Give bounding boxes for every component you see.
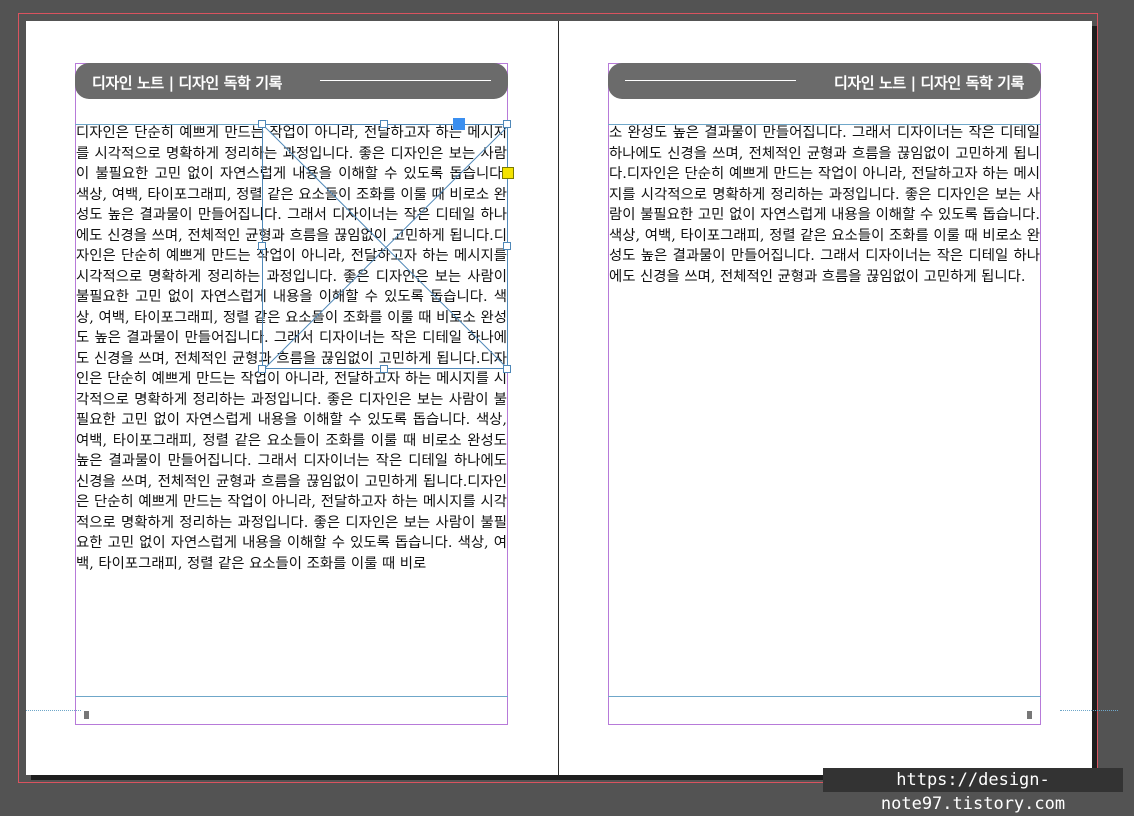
right-header-bar[interactable]: 디자인 노트 | 디자인 독학 기록 — [608, 63, 1041, 99]
left-page-number-marker — [84, 711, 89, 719]
right-text-frame[interactable]: 소 완성도 높은 결과물이 만들어집니다. 그래서 디자이너는 작은 디테일 하… — [609, 123, 1040, 695]
content-grabber-handle[interactable] — [453, 118, 465, 130]
left-header-rule — [320, 80, 491, 81]
right-header-rule — [625, 80, 796, 81]
page-spread[interactable]: 디자인 노트 | 디자인 독학 기록 디자인은 단순히 예쁘게 만드는 작업이 … — [26, 21, 1092, 775]
watermark-url: https://design-note97.tistory.com — [823, 768, 1123, 814]
left-bottom-frame-edge — [75, 696, 508, 697]
resize-handle-top-right[interactable] — [503, 120, 511, 128]
left-header-bar[interactable]: 디자인 노트 | 디자인 독학 기록 — [75, 63, 508, 99]
resize-handle-bottom-center[interactable] — [380, 365, 388, 373]
empty-frame-cross-icon — [263, 125, 509, 370]
right-page-number-guide — [1060, 710, 1118, 711]
left-page-number-guide — [26, 710, 81, 711]
resize-handle-top-left[interactable] — [258, 120, 266, 128]
resize-handle-bottom-left[interactable] — [258, 365, 266, 373]
right-page-number-marker — [1027, 711, 1032, 719]
spread-spine — [558, 21, 559, 775]
resize-handle-middle-left[interactable] — [258, 242, 266, 250]
resize-handle-top-center[interactable] — [380, 120, 388, 128]
right-header-title: 디자인 노트 | 디자인 독학 기록 — [834, 74, 1024, 92]
left-header-title: 디자인 노트 | 디자인 독학 기록 — [92, 74, 282, 92]
image-placeholder-frame[interactable] — [262, 124, 509, 370]
resize-handle-bottom-right[interactable] — [503, 365, 511, 373]
resize-handle-middle-right[interactable] — [503, 242, 511, 250]
right-bottom-frame-edge — [608, 696, 1041, 697]
text-out-port[interactable] — [502, 167, 514, 179]
